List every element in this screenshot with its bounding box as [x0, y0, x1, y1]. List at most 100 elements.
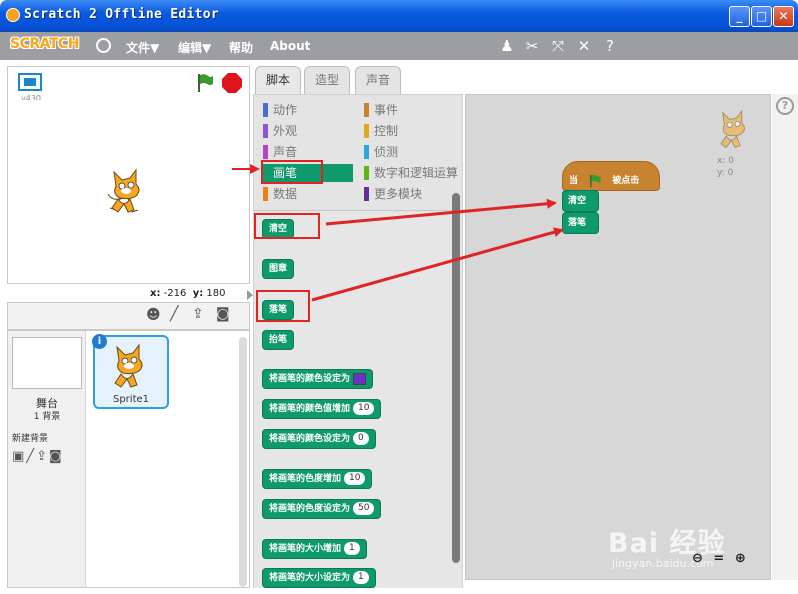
script-block-clear[interactable]: 清空: [562, 190, 599, 212]
menu-bar: SCRATCH 文件▼ 编辑▼ 帮助 About ♟ ✂ ⤧ ✕ ?: [0, 32, 798, 60]
annotation-box-pen-down-block: [256, 290, 310, 322]
annotation-box-clear-block: [254, 213, 320, 239]
shrink-icon[interactable]: ✕: [575, 37, 593, 55]
scratch-logo[interactable]: SCRATCH: [10, 36, 79, 52]
block-text: 将画笔的颜色值增加: [269, 404, 351, 414]
y-coord-value: 180: [206, 288, 226, 299]
camera-icon[interactable]: ◙: [216, 306, 230, 322]
stage-thumbnail-column: 舞台 1 背景 新建背景 ▣╱⇪◙: [8, 331, 86, 587]
new-backdrop-icons[interactable]: ▣╱⇪◙: [12, 449, 64, 464]
sprite-position: x: 0 y: 0: [717, 155, 734, 179]
maximize-button[interactable]: □: [751, 6, 772, 27]
block-text: 将画笔的色度设定为: [269, 504, 351, 514]
when-flag-clicked-block[interactable]: 当 被点击: [562, 161, 660, 191]
stage-canvas[interactable]: [7, 100, 250, 284]
block-set-pen-color-value[interactable]: 将画笔的颜色设定为 0: [262, 429, 376, 449]
cat-sprite-icon[interactable]: [104, 166, 150, 218]
new-sprite-toolbar: ☻ ╱ ⇪ ◙: [7, 302, 250, 330]
presentation-mode-icon[interactable]: [18, 73, 42, 91]
stamp-icon[interactable]: ♟: [498, 37, 516, 55]
tab-sounds[interactable]: 声音: [355, 66, 401, 94]
mouse-coordinates: x: -216 y: 180: [150, 288, 226, 299]
block-stamp[interactable]: 图章: [262, 259, 295, 279]
category-sound[interactable]: 声音: [263, 143, 297, 161]
block-text: 将画笔的大小设定为: [269, 573, 351, 583]
sprite-library-icon[interactable]: ☻: [146, 307, 161, 323]
number-input[interactable]: 1: [344, 542, 360, 555]
category-events[interactable]: 事件: [364, 101, 398, 119]
close-button[interactable]: ✕: [773, 6, 794, 27]
help-icon[interactable]: ?: [601, 37, 619, 55]
number-input[interactable]: 50: [353, 502, 375, 515]
block-text: 将画笔的颜色设定为: [269, 434, 351, 444]
x-coord-label: x:: [150, 288, 161, 299]
backdrop-count: 1 背景: [33, 412, 61, 422]
menu-edit[interactable]: 编辑▼: [178, 39, 211, 56]
block-set-pen-shade[interactable]: 将画笔的色度设定为 50: [262, 499, 382, 519]
hat-prefix: 当: [569, 176, 579, 186]
menu-file[interactable]: 文件▼: [126, 39, 159, 56]
tab-costumes[interactable]: 造型: [304, 66, 350, 94]
sprite-y: y: 0: [717, 168, 734, 178]
new-backdrop-label: 新建背景: [12, 434, 49, 444]
palette-scrollbar[interactable]: [452, 193, 460, 563]
minimize-button[interactable]: _: [729, 6, 750, 27]
number-input[interactable]: 0: [353, 432, 369, 445]
green-flag-icon: [590, 174, 601, 187]
block-change-pen-color[interactable]: 将画笔的颜色值增加 10: [262, 399, 382, 419]
sprite-pane-scrollbar[interactable]: [239, 337, 247, 587]
block-set-pen-color-swatch[interactable]: 将画笔的颜色设定为: [262, 369, 374, 389]
globe-icon[interactable]: [96, 38, 111, 53]
hat-suffix: 被点击: [612, 176, 640, 186]
app-icon: [6, 8, 20, 22]
menu-help[interactable]: 帮助: [229, 39, 253, 56]
annotation-box-pen-category: [261, 160, 323, 184]
sprite-pane: 舞台 1 背景 新建背景 ▣╱⇪◙ i Sprite1: [7, 330, 250, 588]
window-titlebar: Scratch 2 Offline Editor _ □ ✕: [0, 0, 798, 32]
upload-sprite-icon[interactable]: ⇪: [192, 306, 204, 322]
category-motion[interactable]: 动作: [263, 101, 297, 119]
window-title: Scratch 2 Offline Editor: [24, 7, 220, 22]
block-text: 将画笔的大小增加: [269, 544, 342, 554]
menu-about[interactable]: About: [270, 39, 310, 53]
number-input[interactable]: 10: [344, 472, 366, 485]
block-text: 将画笔的色度增加: [269, 474, 342, 484]
category-sensing[interactable]: 侦测: [364, 143, 398, 161]
green-flag-icon[interactable]: [196, 73, 214, 93]
script-area[interactable]: x: 0 y: 0 当 被点击 清空 落笔 Bai 经验 jingyan.bai…: [465, 94, 771, 580]
cut-icon[interactable]: ✂: [523, 37, 541, 55]
category-control[interactable]: 控制: [364, 122, 398, 140]
pen-blocks-list: 清空 图章 落笔 抬笔 将画笔的颜色设定为 将画笔的颜色值增加 10 将画笔的颜色…: [254, 212, 462, 588]
block-change-pen-size[interactable]: 将画笔的大小增加 1: [262, 539, 367, 559]
sprite-x: x: 0: [717, 156, 734, 166]
cat-sprite-icon: [114, 343, 143, 388]
stop-icon[interactable]: [222, 73, 242, 93]
x-coord-value: -216: [163, 288, 187, 299]
category-looks[interactable]: 外观: [263, 122, 297, 140]
help-sidebar: ?: [772, 94, 798, 580]
sprite-name: Sprite1: [112, 394, 150, 405]
info-icon[interactable]: i: [92, 334, 107, 349]
grow-icon[interactable]: ⤧: [549, 37, 567, 55]
block-set-pen-size[interactable]: 将画笔的大小设定为 1: [262, 568, 376, 588]
block-change-pen-shade[interactable]: 将画笔的色度增加 10: [262, 469, 373, 489]
color-swatch[interactable]: [353, 372, 367, 385]
stage-thumbnail[interactable]: [12, 337, 82, 389]
number-input[interactable]: 1: [353, 571, 369, 584]
category-selector: 动作 外观 声音 画笔 数据 事件 控制 侦测 数字和逻辑运算 更多模块: [254, 95, 462, 211]
y-coord-label: y:: [192, 288, 204, 299]
category-data[interactable]: 数据: [263, 185, 297, 203]
block-text: 将画笔的颜色设定为: [269, 374, 351, 384]
stage-header: v430: [7, 66, 250, 103]
category-more-blocks[interactable]: 更多模块: [364, 185, 422, 203]
zoom-controls[interactable]: ⊖ = ⊕: [692, 551, 749, 566]
sprite-thumbnail[interactable]: i Sprite1: [92, 334, 169, 409]
block-pen-up[interactable]: 抬笔: [262, 330, 295, 350]
tab-scripts[interactable]: 脚本: [255, 66, 301, 96]
script-block-pen-down[interactable]: 落笔: [562, 212, 599, 234]
current-sprite-icon: [720, 109, 745, 148]
category-operators[interactable]: 数字和逻辑运算: [364, 164, 458, 182]
help-button[interactable]: ?: [776, 97, 794, 115]
paint-sprite-icon[interactable]: ╱: [170, 306, 178, 322]
number-input[interactable]: 10: [353, 402, 375, 415]
